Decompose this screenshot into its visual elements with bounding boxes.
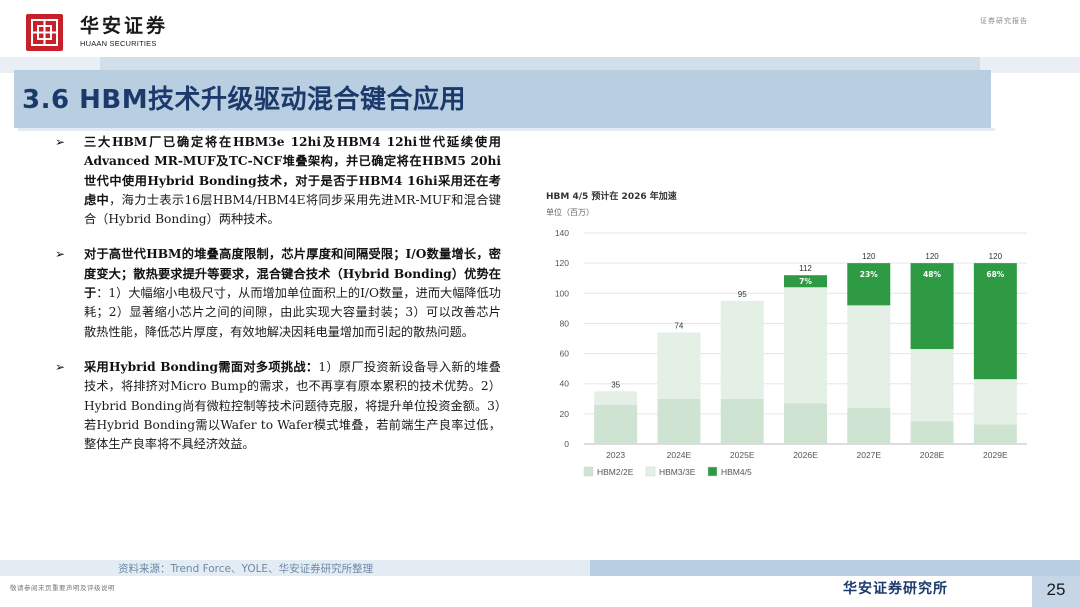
company-logo-text: 华安证券 HUAAN SECURITIES [80,15,168,48]
y-tick-label: 60 [560,349,570,359]
total-label: 74 [674,321,683,330]
bullet-body: ，海力士表示16层HBM4/HBM4E将同步采用先进MR-MUF和混合键合（Hy… [84,192,501,227]
share-label: 23% [860,270,878,279]
bullet-lead: 采用Hybrid Bonding需面对多项挑战： [84,359,319,374]
logo-name-en: HUAAN SECURITIES [80,39,157,48]
total-label: 95 [738,290,747,299]
footer-band-accent [590,560,1080,576]
y-tick-label: 120 [555,258,569,268]
legend-swatch [707,466,718,477]
bar-segment [720,300,764,399]
bullet-item: ➢ 采用Hybrid Bonding需面对多项挑战：1）原厂投资新设备导入新的堆… [55,358,501,454]
bar-segment [973,424,1017,444]
x-tick-label: 2025E [730,450,755,460]
share-label: 7% [799,277,812,286]
total-label: 120 [989,252,1003,261]
x-tick-label: 2028E [920,450,945,460]
bullet-item: ➢ 对于高世代HBM的堆叠高度限制，芯片厚度和间隔受限；I/O数量增长，密度变大… [55,245,501,341]
title-bar-shadow [18,128,995,131]
bar-segment [847,305,891,408]
bullet-arrow-icon: ➢ [55,135,66,149]
bullet-arrow-icon: ➢ [55,247,66,262]
x-tick-label: 2026E [793,450,818,460]
bar-segment [973,263,1017,380]
bar-segment [910,421,954,444]
bar-segment [847,407,891,444]
legend-swatch [645,466,656,477]
bar-segment [657,332,701,399]
disclaimer-text: 敬请参阅末页重要声明及评级说明 [10,584,115,592]
hbm-stacked-bar-chart: 0 20 40 60 80 100 120 140 35 2023 74 2024E 95 2025E 7%… [555,228,1027,477]
bullet-body: ：1）大幅缩小电极尺寸，从而增加单位面积上的I/O数量，进而大幅降低功耗；2）显… [84,286,501,339]
title-accent-strip [100,57,980,70]
bullet-text: 采用Hybrid Bonding需面对多项挑战：1）原厂投资新设备导入新的堆叠技… [84,358,501,454]
total-label: 112 [799,264,812,273]
x-tick-label: 2023 [606,450,625,460]
total-label: 120 [925,252,939,261]
total-label: 120 [862,252,876,261]
page-number: 25 [1046,580,1066,599]
x-tick-label: 2024E [667,450,692,460]
bar-segment [784,403,827,444]
share-label: 68% [986,270,1004,279]
bar-segment [910,349,954,422]
bar-segment [657,398,701,444]
y-tick-label: 0 [564,439,569,449]
y-tick-label: 80 [560,318,570,328]
bullet-arrow-icon: ➢ [55,359,66,374]
report-type-label: 证券研究报告 [980,17,1028,25]
x-tick-label: 2027E [856,450,881,460]
y-tick-label: 20 [560,409,570,419]
bar-segment [784,287,827,404]
y-tick-label: 40 [560,379,570,389]
legend-label: HBM2/2E [597,467,634,477]
bar-segment [594,391,638,405]
company-logo-icon [26,14,63,51]
legend-label: HBM4/5 [721,467,752,477]
share-label: 48% [923,270,941,279]
bullet-item: ➢ 三大HBM厂已确定将在HBM3e 12hi及HBM4 12hi世代延续使用A… [55,133,501,229]
bar-segment [720,398,764,444]
x-tick-label: 2029E [983,450,1008,460]
bullet-list: ➢ 三大HBM厂已确定将在HBM3e 12hi及HBM4 12hi世代延续使用A… [55,133,501,470]
bullet-text: 三大HBM厂已确定将在HBM3e 12hi及HBM4 12hi世代延续使用Adv… [84,133,501,229]
legend-swatch [583,466,594,477]
y-tick-label: 140 [555,228,569,238]
logo-name-cn: 华安证券 [80,15,169,37]
y-tick-label: 100 [555,288,569,298]
footer-company-name: 华安证券研究所 [843,581,948,597]
page-title: 3.6 HBM技术升级驱动混合键合应用 [22,85,467,115]
bar-segment [594,404,638,444]
total-label: 35 [611,380,620,389]
bar-segment [973,379,1017,425]
source-note: 资料来源：Trend Force、YOLE、华安证券研究所整理 [118,563,374,575]
bullet-text: 对于高世代HBM的堆叠高度限制，芯片厚度和间隔受限；I/O数量增长，密度变大；散… [84,245,501,341]
legend-label: HBM3/3E [659,467,696,477]
